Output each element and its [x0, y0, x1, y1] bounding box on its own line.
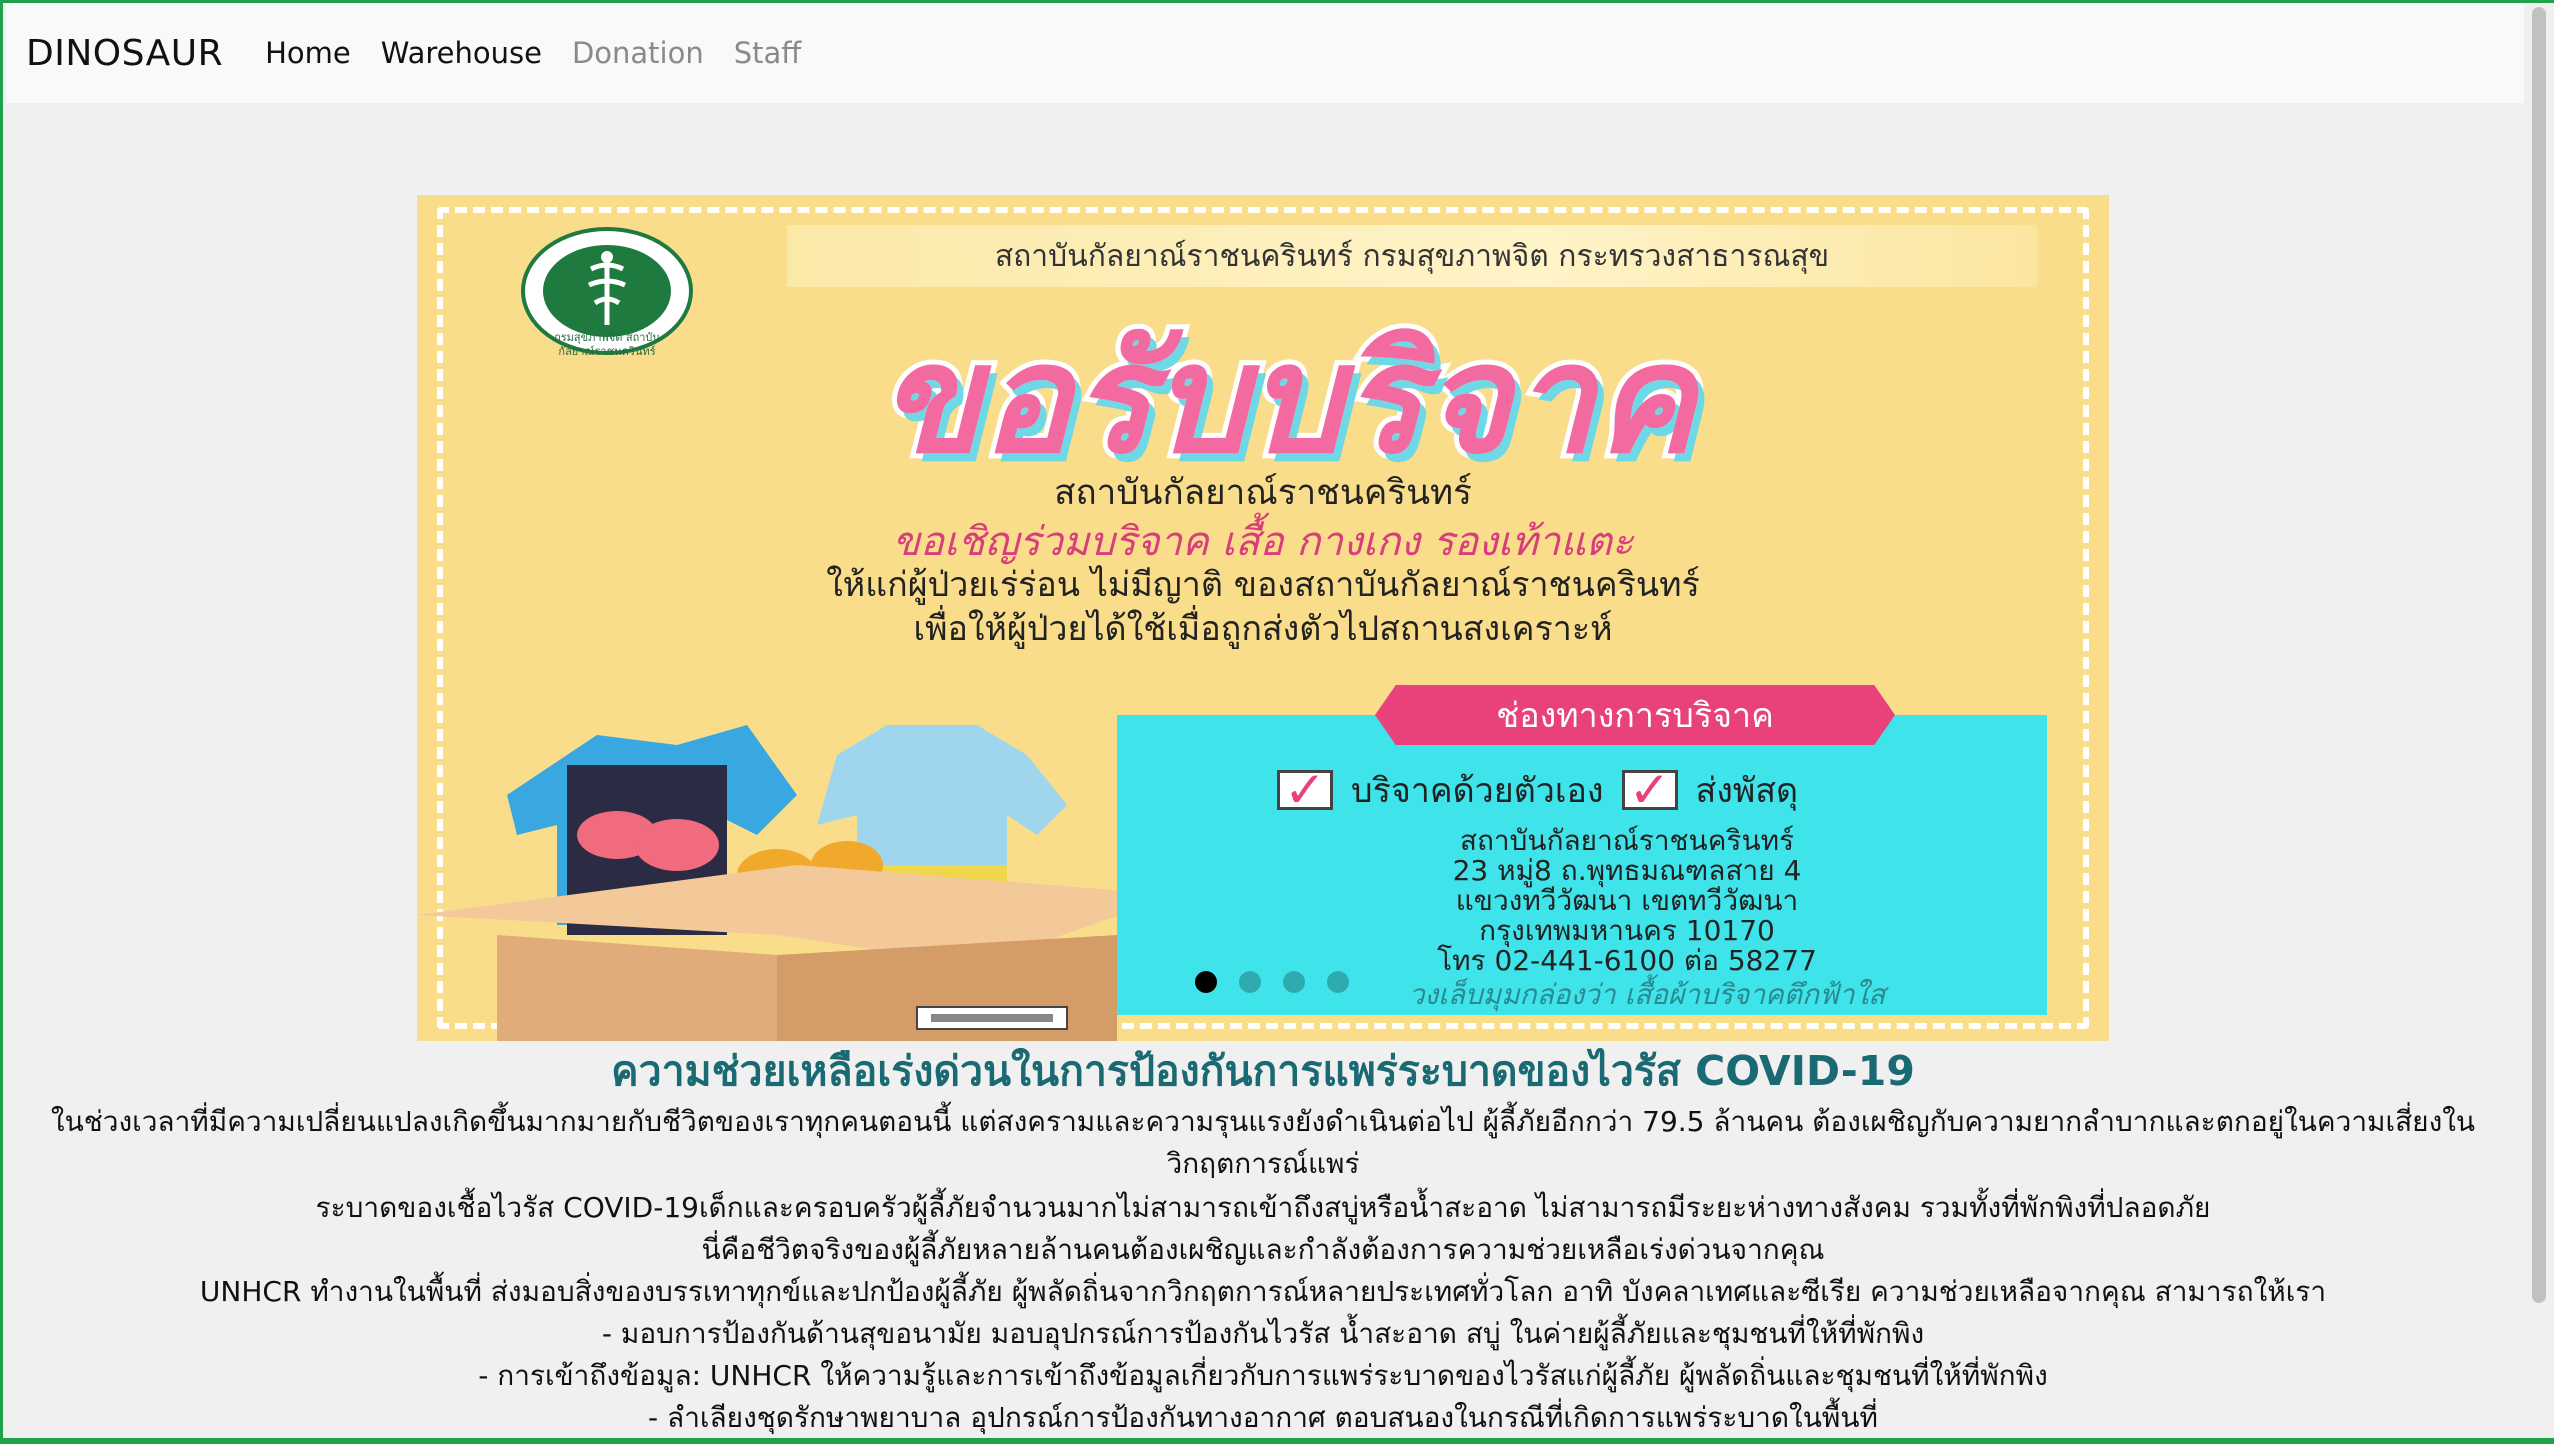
poster-org-line: สถาบันกัลยาณ์ราชนครินทร์ กรมสุขภาพจิต กร… [787, 225, 2037, 287]
carousel-indicator-3[interactable] [1283, 971, 1305, 993]
article-paragraph: นี่คือชีวิตจริงของผู้ลี้ภัยหลายล้านคนต้อ… [701, 1233, 1825, 1266]
brand-logo[interactable]: DINOSAUR [26, 33, 223, 74]
donation-carousel[interactable]: สถาบันกัลยาณ์ราชนครินทร์ กรมสุขภาพจิต กร… [417, 195, 2109, 1041]
nav-home[interactable]: Home [265, 36, 351, 70]
article-heading: ความช่วยเหลือเร่งด่วนในการป้องกันการแพร่… [611, 1047, 1915, 1095]
article-paragraph: UNHCR ทำงานในพื้นที่ ส่งมอบสิ่งของบรรเทา… [199, 1275, 2327, 1308]
scrollbar-thumb[interactable] [2532, 7, 2546, 1303]
option-parcel: ส่งพัสดุ [1695, 771, 1799, 811]
donation-channel-ribbon: ช่องทางการบริจาค [1375, 685, 1895, 745]
carousel-indicator-4[interactable] [1327, 971, 1349, 993]
article-bullet: - มอบการป้องกันด้านสุขอนามัย มอบอุปกรณ์ก… [601, 1317, 1925, 1350]
donation-options: ✓ บริจาคด้วยตัวเอง ✓ ส่งพัสดุ [1277, 765, 2017, 815]
carousel-indicators [1195, 971, 1349, 993]
check-icon: ✓ [1277, 765, 1333, 815]
browser-frame: DINOSAUR Home Warehouse Donation Staff ส… [0, 0, 2554, 1444]
nav-staff[interactable]: Staff [734, 36, 802, 70]
carousel-indicator-1[interactable] [1195, 971, 1217, 993]
nav-warehouse[interactable]: Warehouse [381, 36, 542, 70]
article-bullet: - การเข้าถึงข้อมูล: UNHCR ให้ความรู้และก… [478, 1359, 2048, 1392]
check-icon: ✓ [1621, 765, 1678, 815]
poster-footer-note: วงเล็บมุมกล่องว่า เสื้อผ้าบริจาคตึกฟ้าใส [1408, 978, 1886, 1011]
nav-donation[interactable]: Donation [572, 36, 704, 70]
article-paragraph: ในช่วงเวลาที่มีความเปลี่ยนแปลงเกิดขึ้นมา… [50, 1105, 2476, 1180]
navbar: DINOSAUR Home Warehouse Donation Staff [6, 3, 2526, 103]
article-paragraph: ระบาดของเชื้อไวรัส COVID-19เด็กและครอบคร… [315, 1191, 2211, 1224]
vertical-scrollbar[interactable] [2524, 3, 2554, 1438]
article-bullet: - ลำเลียงชุดรักษาพยาบาล อุปกรณ์การป้องกั… [648, 1401, 1878, 1434]
option-self-delivery: บริจาคด้วยตัวเอง [1351, 771, 1604, 811]
carousel-indicator-2[interactable] [1239, 971, 1261, 993]
poster-subtitle-purpose: เพื่อให้ผู้ป่วยได้ใช้เมื่อถูกส่งตัวไปสถา… [913, 609, 1613, 649]
